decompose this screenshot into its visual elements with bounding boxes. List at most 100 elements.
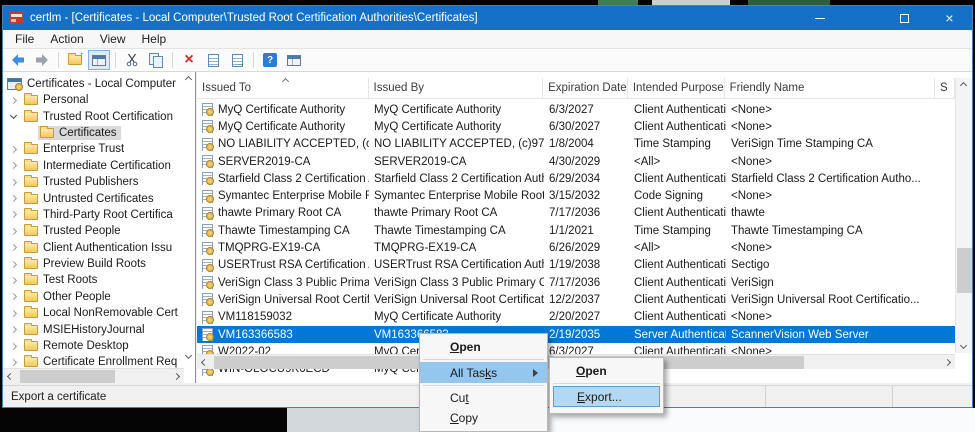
certificate-row[interactable]: USERTrust RSA Certification Aut... USERT… [197,257,955,274]
menu-bar-item[interactable]: Action [42,30,91,48]
column-header-issued-by[interactable]: Issued By [369,78,544,98]
menu-bar-item[interactable]: File [7,30,42,48]
certificate-row[interactable]: VeriSign Universal Root Certific... Veri… [197,291,955,308]
tree-item[interactable]: Enterprise Trust [3,141,183,157]
scrollbar-thumb[interactable] [20,370,115,383]
submenu-open[interactable]: Open [550,361,663,381]
column-header-expiration-date[interactable]: Expiration Date [543,78,628,98]
cut-button[interactable] [121,50,143,70]
close-icon: × [945,11,953,25]
tree-item[interactable]: Local NonRemovable Cert [3,305,183,321]
folder-icon [24,292,38,302]
tree-item[interactable]: Trusted People [3,223,183,239]
scroll-left-icon[interactable] [197,355,212,370]
certificate-row[interactable]: VeriSign Class 3 Public Primary ... Veri… [197,274,955,291]
menu-bar-item[interactable]: Help [134,30,175,48]
column-header-truncated[interactable]: S [935,78,955,98]
scroll-down-icon[interactable] [185,352,192,359]
tree-item[interactable]: Other People [3,289,183,305]
cell-issued-by: Symantec Enterprise Mobile Root ... [369,190,544,202]
context-menu-cut[interactable]: Cut [420,388,547,408]
certlm-app-icon [9,12,24,24]
back-button[interactable] [7,50,29,70]
forward-button[interactable] [31,50,53,70]
cell-friendly-name: <None> [726,156,937,168]
tree-item[interactable]: Preview Build Roots [3,256,183,272]
column-header-issued-to[interactable]: Issued To [197,78,369,98]
scroll-right-icon[interactable] [940,355,955,370]
scroll-right-icon[interactable] [169,369,184,384]
copy-button[interactable] [145,50,167,70]
tree-horizontal-scrollbar[interactable] [3,368,184,383]
tree-root-certificates-local-computer[interactable]: Certificates - Local Computer [3,75,183,92]
certificate-icon [202,120,214,133]
maximize-button[interactable] [882,6,927,30]
tree-item[interactable]: Certificates [3,125,183,141]
cell-intended-purposes: Server Authenticati... [629,329,726,341]
scroll-up-icon[interactable] [960,82,967,89]
scroll-up-icon[interactable] [185,76,192,83]
show-console-tree-button[interactable] [88,50,110,70]
certificate-row[interactable]: MyQ Certificate Authority MyQ Certificat… [197,101,955,118]
context-menu-all-tasks[interactable]: All Tasks [420,362,547,383]
status-pane [765,386,892,407]
cell-expiration-date: 4/30/2029 [544,156,629,168]
tree-vertical-scrollbar[interactable] [183,72,195,368]
cell-issued-to: MyQ Certificate Authority [218,104,345,116]
cell-intended-purposes: Client Authenticati... [629,277,726,289]
desktop: certlm - [Certificates - Local Computer\… [0,0,975,432]
up-one-level-button[interactable] [64,50,86,70]
close-button[interactable]: × [927,6,972,30]
tree-item[interactable]: MSIEHistoryJournal [3,321,183,337]
cell-friendly-name: Thawte Timestamping CA [726,225,937,237]
certificate-row[interactable]: Thawte Timestamping CA Thawte Timestampi… [197,222,955,239]
column-header-intended-purposes[interactable]: Intended Purposes [628,78,725,98]
certificate-row[interactable]: TMQPRG-EX19-CA TMQPRG-EX19-CA 6/26/2029 … [197,239,955,256]
console-window-button[interactable] [283,50,305,70]
menu-separator [423,359,544,360]
tree-item[interactable]: Trusted Publishers [3,174,183,190]
tree-item[interactable]: Untrusted Certificates [3,190,183,206]
certificate-row[interactable]: VM118159032 MyQ Certificate Authority 2/… [197,309,955,326]
certificate-row[interactable]: thawte Primary Root CA thawte Primary Ro… [197,205,955,222]
context-menu-open[interactable]: Open [420,337,547,357]
certificate-row[interactable]: MyQ Certificate Authority MyQ Certificat… [197,118,955,135]
tree-item[interactable]: Trusted Root Certification [3,108,183,124]
titlebar[interactable]: certlm - [Certificates - Local Computer\… [3,6,972,30]
sort-ascending-icon [282,78,289,85]
chevron-icon [10,310,17,317]
certificate-row[interactable]: Starfield Class 2 Certification A... Sta… [197,170,955,187]
toolbar-separator [115,52,116,68]
cell-issued-to: thawte Primary Root CA [218,207,341,219]
certificate-icon [202,138,214,151]
scroll-down-icon[interactable] [960,342,967,349]
tree-item[interactable]: Intermediate Certification [3,158,183,174]
context-menu-copy[interactable]: Copy [420,408,547,428]
column-header-friendly-name[interactable]: Friendly Name [725,78,935,98]
tree-item[interactable]: Client Authentication Issu [3,240,183,256]
certificate-row[interactable]: Symantec Enterprise Mobile Ro... Symante… [197,187,955,204]
certificate-row[interactable]: NO LIABILITY ACCEPTED, (c)97 ... NO LIAB… [197,136,955,153]
scroll-left-icon[interactable] [3,369,18,384]
minimize-button[interactable] [797,6,842,30]
export-list-button[interactable] [226,50,248,70]
list-vertical-scrollbar[interactable] [955,78,972,353]
all-tasks-submenu: Open Export... [549,357,664,414]
cell-friendly-name: Starfield Class 2 Certification Autho... [726,173,937,185]
tree-item[interactable]: Test Roots [3,272,183,288]
properties-button[interactable] [202,50,224,70]
delete-button[interactable]: × [178,50,200,70]
scrollbar-thumb[interactable] [957,248,972,293]
cell-issued-to: VeriSign Class 3 Public Primary ... [218,277,369,289]
cell-friendly-name: ScannerVision Web Server [726,329,937,341]
certificate-row[interactable]: SERVER2019-CA SERVER2019-CA 4/30/2029 <A… [197,153,955,170]
help-button[interactable]: ? [259,50,281,70]
tree-item[interactable]: Personal [3,92,183,108]
tree-item[interactable]: Third-Party Root Certifica [3,207,183,223]
cell-issued-to: VeriSign Universal Root Certific... [218,294,369,306]
submenu-export[interactable]: Export... [553,386,660,407]
certificate-row[interactable]: VM163366583 VM163366583 2/19/2035 Server… [197,326,955,343]
cell-issued-to: USERTrust RSA Certification Aut... [218,259,369,271]
menu-bar-item[interactable]: View [92,30,134,48]
tree-item[interactable]: Remote Desktop [3,338,183,354]
